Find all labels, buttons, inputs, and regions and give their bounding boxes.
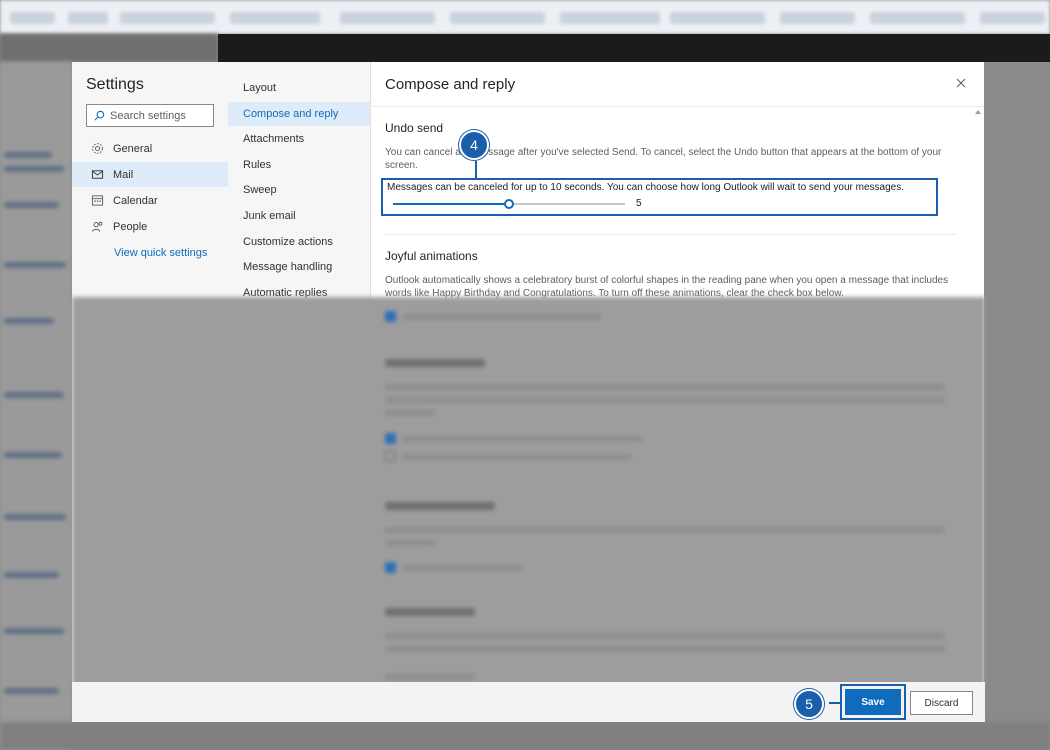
- bookmark-item: [120, 12, 215, 24]
- outlook-header-blurred: [0, 34, 218, 62]
- subnav-message-handling[interactable]: Message handling: [228, 255, 370, 279]
- settings-dialog: Settings General Mail Calendar: [72, 62, 985, 722]
- settings-title: Settings: [86, 76, 144, 93]
- slider-fill: [393, 203, 509, 205]
- subnav-junk-email[interactable]: Junk email: [228, 204, 370, 228]
- step-4-callout: 4: [459, 130, 489, 160]
- mail-icon: [90, 168, 104, 182]
- subnav-compose-and-reply[interactable]: Compose and reply: [228, 102, 370, 126]
- bookmark-item: [560, 12, 660, 24]
- nav-item-people[interactable]: People: [72, 214, 228, 239]
- subnav-sweep[interactable]: Sweep: [228, 178, 370, 202]
- search-settings-box[interactable]: [86, 104, 214, 127]
- blurred-settings-content: [72, 297, 985, 687]
- bookmark-item: [670, 12, 765, 24]
- nav-item-calendar[interactable]: Calendar: [72, 188, 228, 213]
- save-highlight: Save: [840, 684, 906, 720]
- bookmark-item: [340, 12, 435, 24]
- undo-send-slider[interactable]: [393, 199, 625, 209]
- nav-item-mail[interactable]: Mail: [72, 162, 228, 187]
- step-5-callout: 5: [794, 689, 824, 719]
- save-button[interactable]: Save: [845, 689, 901, 715]
- gear-icon: [90, 142, 104, 156]
- header-divider: [371, 106, 984, 107]
- slider-value: 5: [636, 198, 642, 209]
- bookmark-item: [870, 12, 965, 24]
- outlook-bottom-blurred: [0, 722, 1050, 750]
- scroll-up-arrow[interactable]: [975, 110, 981, 114]
- subnav-customize-actions[interactable]: Customize actions: [228, 230, 370, 254]
- search-settings-input[interactable]: [110, 109, 210, 122]
- bookmark-item: [10, 12, 55, 24]
- undo-send-heading: Undo send: [385, 121, 444, 135]
- joyful-desc-line1: Outlook automatically shows a celebrator…: [385, 275, 949, 286]
- nav-item-label: General: [113, 142, 153, 155]
- page-title: Compose and reply: [385, 76, 516, 93]
- blurred-checkbox: [385, 433, 396, 444]
- bookmark-item: [230, 12, 320, 24]
- subnav-layout[interactable]: Layout: [228, 76, 370, 100]
- nav-item-label: Calendar: [113, 194, 158, 207]
- nav-item-general[interactable]: General: [72, 136, 228, 161]
- nav-item-label: Mail: [113, 168, 134, 181]
- view-quick-settings-link[interactable]: View quick settings: [114, 247, 207, 259]
- undo-desc-part2: message after you've selected Send. To c…: [474, 147, 942, 158]
- subnav-attachments[interactable]: Attachments: [228, 127, 370, 151]
- people-icon: [90, 220, 104, 234]
- outlook-top-bar: [218, 34, 1050, 62]
- blurred-checkbox: [385, 311, 396, 322]
- section-divider: [385, 234, 957, 235]
- browser-bookmarks-bar: [0, 0, 1050, 34]
- undo-send-label: Messages can be canceled for up to 10 se…: [387, 182, 904, 193]
- callout-connector: [475, 161, 477, 179]
- slider-thumb[interactable]: [504, 199, 514, 209]
- undo-desc-part1: You can cancel a: [385, 147, 461, 158]
- undo-desc-part3: screen.: [385, 160, 418, 171]
- search-icon: [94, 110, 105, 121]
- calendar-icon: [90, 194, 104, 208]
- blurred-checkbox: [385, 451, 396, 462]
- bookmark-item: [780, 12, 855, 24]
- undo-send-highlight: Messages can be canceled for up to 10 se…: [381, 178, 938, 216]
- message-list-blurred: [0, 62, 72, 750]
- joyful-animations-heading: Joyful animations: [385, 249, 478, 263]
- discard-button[interactable]: Discard: [910, 691, 973, 715]
- bookmark-item: [68, 12, 108, 24]
- nav-item-label: People: [113, 220, 148, 233]
- close-icon[interactable]: [954, 76, 968, 90]
- bookmark-item: [980, 12, 1045, 24]
- subnav-rules[interactable]: Rules: [228, 153, 370, 177]
- blurred-checkbox: [385, 562, 396, 573]
- bookmark-item: [450, 12, 545, 24]
